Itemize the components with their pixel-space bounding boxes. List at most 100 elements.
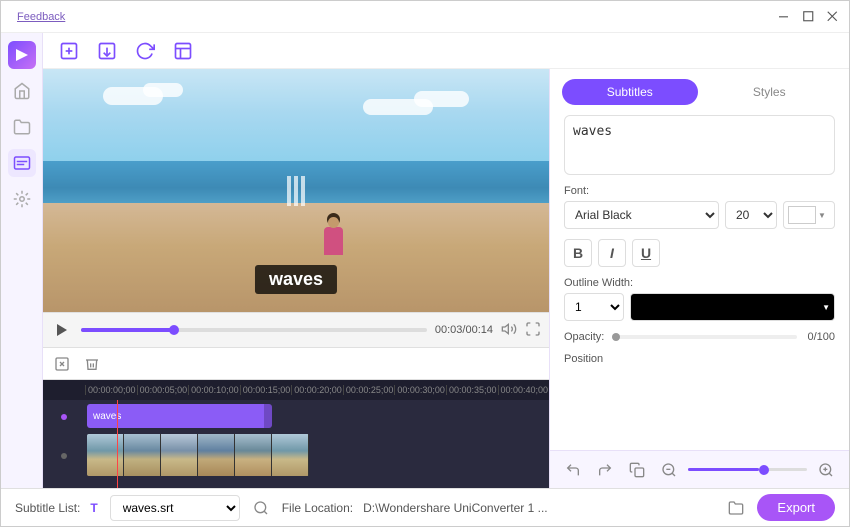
text-color-picker[interactable]: ▼ [783, 201, 835, 229]
timeline-tracks: waves [43, 400, 549, 488]
subtitle-list-label: Subtitle List: [15, 501, 80, 515]
playback-bar: 00:03/00:14 [43, 312, 549, 348]
playhead[interactable] [117, 400, 118, 488]
work-area: waves 00:03/00:14 [43, 69, 849, 488]
outline-row: 1 ▼ [564, 293, 835, 321]
timeline-btn-2[interactable] [81, 353, 103, 375]
file-location-value: D:\Wondershare UniConverter 1 ... [363, 501, 715, 515]
undo-button[interactable] [560, 457, 586, 483]
settings-button[interactable] [169, 37, 197, 65]
subtitle-clip-resize-handle[interactable] [264, 404, 272, 428]
panel-bottom-toolbar [550, 450, 849, 488]
sidebar-item-home[interactable] [8, 77, 36, 105]
sidebar-item-effects[interactable] [8, 185, 36, 213]
opacity-value: 0/100 [805, 331, 835, 343]
outline-section: Outline Width: 1 ▼ [564, 277, 835, 321]
search-subtitle-button[interactable] [250, 497, 272, 519]
video-subtitle-overlay: waves [255, 265, 337, 294]
bold-button[interactable]: B [564, 239, 592, 267]
subtitle-track-indicator [61, 414, 67, 420]
font-label: Font: [564, 185, 835, 197]
outline-label: Outline Width: [564, 277, 835, 289]
redo-button[interactable] [592, 457, 618, 483]
cloud-2 [143, 83, 183, 97]
fullscreen-button[interactable] [525, 321, 541, 340]
ruler-mark-4: 00:00:20;00 [291, 385, 343, 395]
ruler-mark-8: 00:00:40;00 [498, 385, 550, 395]
close-button[interactable] [825, 9, 841, 25]
new-project-button[interactable] [55, 37, 83, 65]
right-panel: Subtitles Styles Font: Arial Black [549, 69, 849, 488]
refresh-button[interactable] [131, 37, 159, 65]
track-labels [43, 400, 85, 488]
timeline-section: 00:00:00;00 00:00:05;00 00:00:10;00 00:0… [43, 348, 549, 488]
filmstrip-frame-5 [235, 434, 272, 476]
italic-button[interactable]: I [598, 239, 626, 267]
filmstrip-frame-3 [161, 434, 198, 476]
subtitle-clip[interactable]: waves [87, 404, 272, 428]
underline-button[interactable]: U [632, 239, 660, 267]
app-logo [8, 41, 36, 69]
cloud-4 [414, 91, 469, 107]
minimize-button[interactable] [777, 9, 793, 25]
export-button[interactable]: Export [757, 494, 835, 521]
opacity-label: Opacity: [564, 331, 604, 343]
opacity-track[interactable] [612, 335, 797, 339]
subtitle-list-select[interactable]: waves.srt [110, 495, 240, 521]
maximize-button[interactable] [801, 9, 817, 25]
position-label: Position [564, 353, 835, 365]
text-color-swatch [788, 206, 816, 224]
top-toolbar [43, 33, 849, 69]
content-area: waves 00:03/00:14 [43, 33, 849, 488]
feedback-link[interactable]: Feedback [17, 11, 65, 23]
filmstrip-frame-1 [87, 434, 124, 476]
tab-styles[interactable]: Styles [702, 79, 838, 105]
file-location-label: File Location: [282, 501, 353, 515]
play-button[interactable] [51, 319, 73, 341]
timecode-display: 00:03/00:14 [435, 324, 493, 336]
video-filmstrip[interactable] [87, 434, 309, 476]
outline-width-select[interactable]: 1 [564, 293, 624, 321]
panel-content: Font: Arial Black 20 ▼ [550, 105, 849, 450]
video-track [85, 434, 549, 478]
ruler-mark-0: 00:00:00;00 [85, 385, 137, 395]
beach-bg [43, 203, 549, 312]
progress-track[interactable] [81, 328, 427, 332]
sidebar-item-files[interactable] [8, 113, 36, 141]
zoom-out-button[interactable] [656, 457, 682, 483]
timeline-btn-1[interactable] [51, 353, 73, 375]
video-track-indicator [61, 453, 67, 459]
zoom-track-fill [688, 468, 759, 471]
video-preview: waves [43, 69, 549, 312]
ruler-mark-1: 00:00:05;00 [137, 385, 189, 395]
ruler-mark-2: 00:00:10;00 [188, 385, 240, 395]
person-body [324, 227, 343, 255]
window-controls [777, 9, 841, 25]
font-select[interactable]: Arial Black [564, 201, 719, 229]
tab-subtitles[interactable]: Subtitles [562, 79, 698, 105]
opacity-thumb [612, 333, 620, 341]
copy-button[interactable] [624, 457, 650, 483]
title-bar: Feedback [1, 1, 849, 33]
filmstrip-frame-4 [198, 434, 235, 476]
volume-button[interactable] [501, 321, 517, 340]
filmstrip-frame-2 [124, 434, 161, 476]
tracks-area: waves [85, 400, 549, 488]
subtitle-text-input[interactable] [564, 115, 835, 175]
sidebar-item-subtitles[interactable] [8, 149, 36, 177]
font-size-select[interactable]: 20 [725, 201, 777, 229]
panel-tabs: Subtitles Styles [550, 69, 849, 105]
progress-fill [81, 328, 174, 332]
video-section: waves 00:03/00:14 [43, 69, 549, 488]
ruler-marks: 00:00:00;00 00:00:05;00 00:00:10;00 00:0… [43, 385, 549, 395]
text-color-arrow: ▼ [818, 211, 826, 220]
import-button[interactable] [93, 37, 121, 65]
browse-location-button[interactable] [725, 497, 747, 519]
zoom-track[interactable] [688, 468, 807, 471]
outline-color-picker[interactable]: ▼ [630, 293, 835, 321]
track-label-subtitle [43, 404, 85, 430]
track-label-video [43, 434, 85, 478]
sidebar [1, 33, 43, 488]
outline-color-swatch [635, 298, 820, 316]
zoom-in-button[interactable] [813, 457, 839, 483]
